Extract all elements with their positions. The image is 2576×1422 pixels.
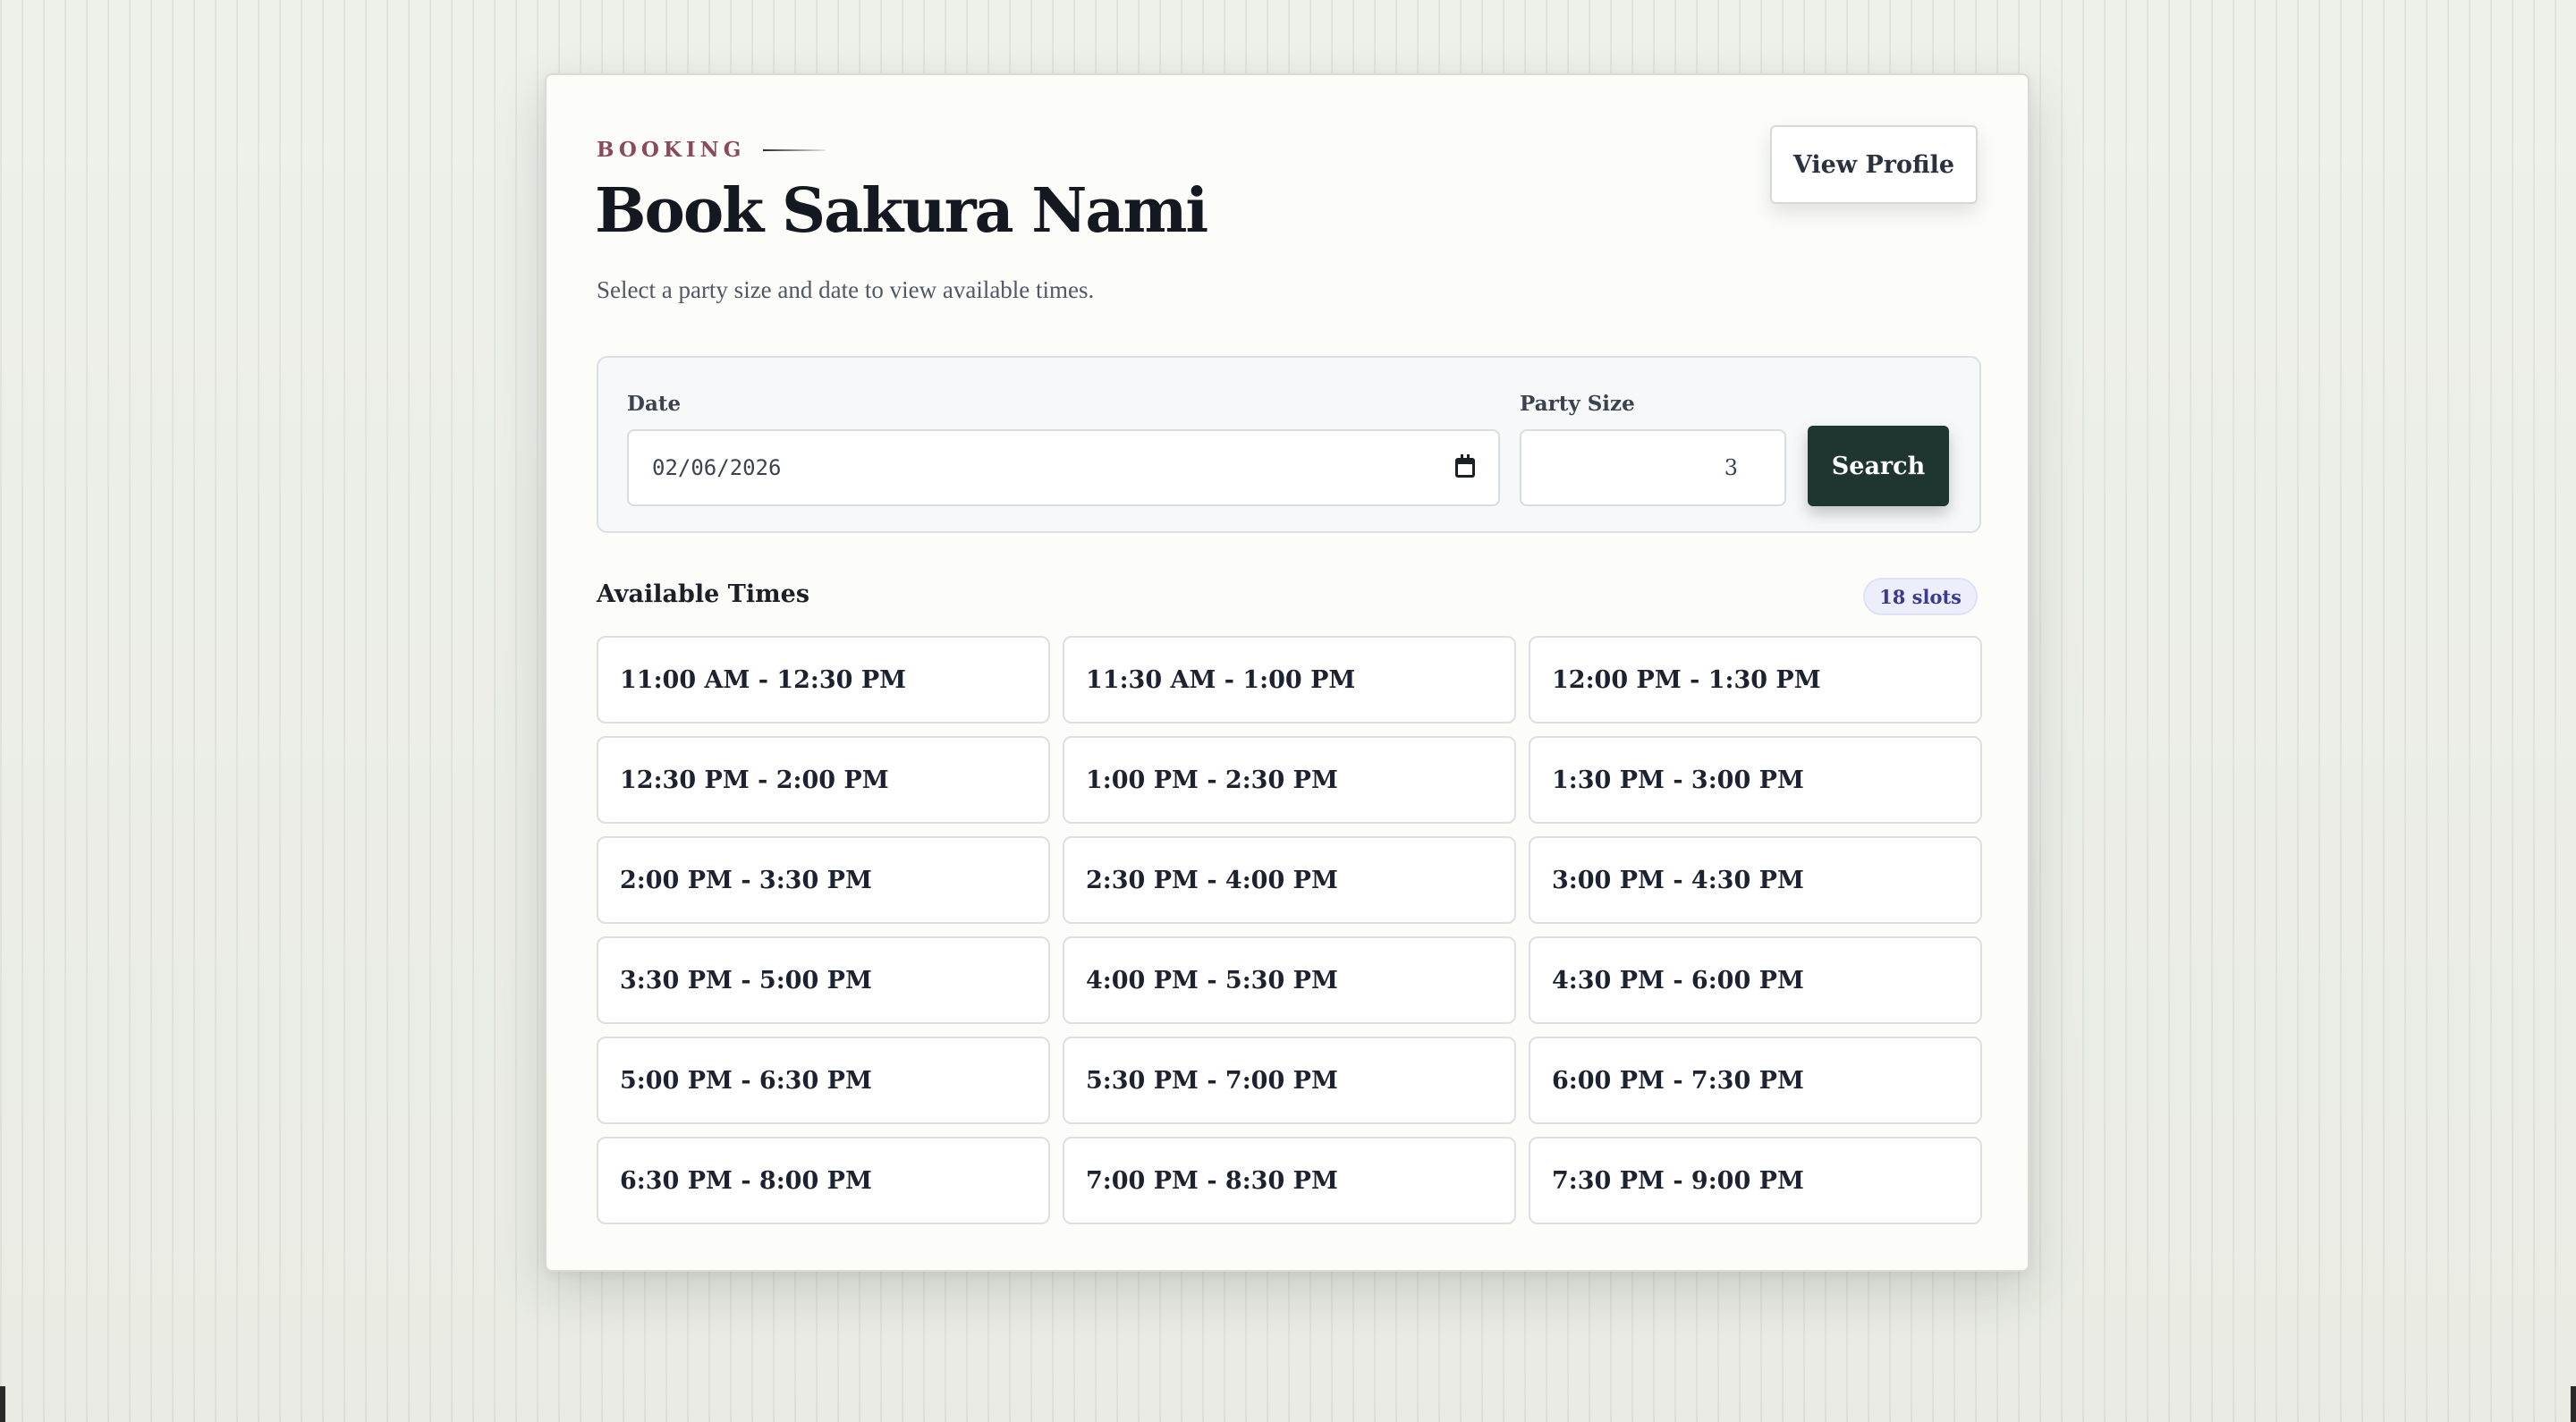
eyebrow: BOOKING (597, 138, 826, 162)
eyebrow-divider (763, 148, 826, 151)
time-slot[interactable]: 2:00 PM - 3:30 PM (597, 836, 1050, 924)
time-slot[interactable]: 3:30 PM - 5:00 PM (597, 936, 1050, 1024)
time-slot[interactable]: 12:00 PM - 1:30 PM (1529, 636, 1982, 724)
time-slot-grid: 11:00 AM - 12:30 PM 11:30 AM - 1:00 PM 1… (597, 636, 1983, 1224)
window-frame-edge-left (0, 1386, 5, 1422)
date-input[interactable]: 02/06/2026 (627, 429, 1500, 506)
time-slot[interactable]: 4:30 PM - 6:00 PM (1529, 936, 1982, 1024)
time-slot[interactable]: 3:00 PM - 4:30 PM (1529, 836, 1982, 924)
available-times-title: Available Times (597, 580, 810, 608)
window-frame-edge-right (2571, 1386, 2576, 1422)
time-slot[interactable]: 4:00 PM - 5:30 PM (1063, 936, 1516, 1024)
time-slot[interactable]: 6:00 PM - 7:30 PM (1529, 1037, 1982, 1124)
page-title: Book Sakura Nami (595, 175, 1208, 247)
slot-count-badge: 18 slots (1863, 578, 1978, 615)
time-slot[interactable]: 1:30 PM - 3:00 PM (1529, 736, 1982, 824)
date-label: Date (627, 392, 682, 416)
page-subtitle: Select a party size and date to view ava… (597, 276, 1095, 303)
time-slot[interactable]: 1:00 PM - 2:30 PM (1063, 736, 1516, 824)
time-slot[interactable]: 5:30 PM - 7:00 PM (1063, 1037, 1516, 1124)
date-value: 02/06/2026 (652, 455, 782, 480)
time-slot[interactable]: 5:00 PM - 6:30 PM (597, 1037, 1050, 1124)
time-slot[interactable]: 11:30 AM - 1:00 PM (1063, 636, 1516, 724)
search-panel: Date 02/06/2026 Party Size 3 Search (597, 356, 1981, 533)
time-slot[interactable]: 6:30 PM - 8:00 PM (597, 1137, 1050, 1224)
search-button[interactable]: Search (1808, 426, 1949, 506)
party-size-input[interactable]: 3 (1520, 429, 1786, 506)
time-slot[interactable]: 2:30 PM - 4:00 PM (1063, 836, 1516, 924)
time-slot[interactable]: 7:30 PM - 9:00 PM (1529, 1137, 1982, 1224)
time-slot[interactable]: 11:00 AM - 12:30 PM (597, 636, 1050, 724)
time-slot[interactable]: 7:00 PM - 8:30 PM (1063, 1137, 1516, 1224)
booking-card: BOOKING Book Sakura Nami Select a party … (545, 73, 2029, 1272)
eyebrow-label: BOOKING (597, 138, 746, 162)
calendar-icon[interactable] (1455, 454, 1475, 478)
view-profile-button[interactable]: View Profile (1770, 125, 1978, 204)
time-slot[interactable]: 12:30 PM - 2:00 PM (597, 736, 1050, 824)
party-size-label: Party Size (1520, 392, 1635, 416)
